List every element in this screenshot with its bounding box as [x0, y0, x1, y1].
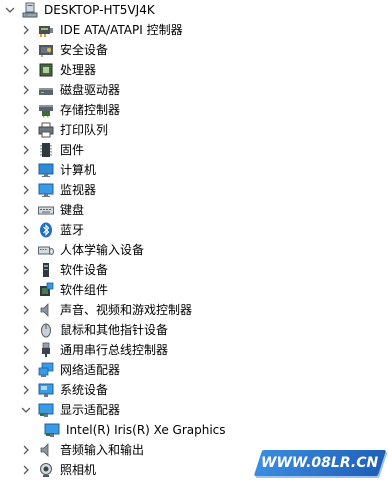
- chevron-down-icon[interactable]: [4, 4, 16, 16]
- chevron-right-icon[interactable]: [20, 284, 32, 296]
- chevron-right-icon[interactable]: [20, 324, 32, 336]
- tree-item-intel-graphics[interactable]: Intel(R) Iris(R) Xe Graphics: [0, 420, 388, 440]
- chevron-right-icon[interactable]: [20, 124, 32, 136]
- software-component-icon: [38, 282, 54, 298]
- computer-root-icon: [22, 2, 38, 18]
- tree-item-hid[interactable]: 人体学输入设备: [0, 240, 388, 260]
- tree-item-processor[interactable]: 处理器: [0, 60, 388, 80]
- tree-item-storage-controller[interactable]: 存储控制器: [0, 100, 388, 120]
- tree-item-label: 声音、视频和游戏控制器: [60, 303, 193, 317]
- tree-item-label: 人体学输入设备: [60, 243, 145, 257]
- tree-item-label: 音频输入和输出: [60, 443, 145, 457]
- keyboard-icon: [38, 202, 54, 218]
- tree-item-disk-drive[interactable]: 磁盘驱动器: [0, 80, 388, 100]
- chevron-right-icon[interactable]: [20, 204, 32, 216]
- display-adapter-icon: [38, 402, 54, 418]
- tree-item-mouse[interactable]: 鼠标和其他指针设备: [0, 320, 388, 340]
- tree-item-label: 监视器: [60, 183, 97, 197]
- tree-item-label: 网络适配器: [60, 363, 121, 377]
- tree-item-system-device[interactable]: 系统设备: [0, 380, 388, 400]
- tree-item-label: 计算机: [60, 163, 97, 177]
- tree-item-label: 处理器: [60, 63, 97, 77]
- tree-item-print-queue[interactable]: 打印队列: [0, 120, 388, 140]
- hid-icon: [38, 242, 54, 258]
- chevron-right-icon[interactable]: [20, 164, 32, 176]
- security-device-icon: [38, 42, 54, 58]
- camera-icon: [38, 462, 54, 478]
- tree-item-bluetooth[interactable]: 蓝牙: [0, 220, 388, 240]
- tree-item-computer[interactable]: 计算机: [0, 160, 388, 180]
- tree-item-label: 安全设备: [60, 43, 109, 57]
- chevron-right-icon[interactable]: [20, 464, 32, 476]
- tree-item-monitor[interactable]: 监视器: [0, 180, 388, 200]
- audio-io-icon: [38, 442, 54, 458]
- ide-controller-icon: [38, 22, 54, 38]
- tree-item-sound-video-game[interactable]: 声音、视频和游戏控制器: [0, 300, 388, 320]
- chevron-right-icon[interactable]: [20, 384, 32, 396]
- chevron-right-icon[interactable]: [20, 244, 32, 256]
- system-device-icon: [38, 382, 54, 398]
- watermark-text: WWW.08LR.CN: [261, 455, 379, 471]
- tree-item-label: 显示适配器: [60, 403, 121, 417]
- tree-item-label: 固件: [60, 143, 85, 157]
- tree-item-label: 照相机: [60, 463, 97, 477]
- chevron-down-icon[interactable]: [20, 404, 32, 416]
- speaker-icon: [38, 302, 54, 318]
- tree-item-software-component[interactable]: 软件组件: [0, 280, 388, 300]
- tree-item-label: 存储控制器: [60, 103, 121, 117]
- chevron-right-icon[interactable]: [20, 364, 32, 376]
- chevron-right-icon[interactable]: [20, 184, 32, 196]
- processor-icon: [38, 62, 54, 78]
- tree-item-label: 通用串行总线控制器: [60, 343, 169, 357]
- tree-item-label: 磁盘驱动器: [60, 83, 121, 97]
- chevron-right-icon[interactable]: [20, 24, 32, 36]
- tree-item-security-device[interactable]: 安全设备: [0, 40, 388, 60]
- chevron-right-icon[interactable]: [20, 44, 32, 56]
- tree-item-usb-controller[interactable]: 通用串行总线控制器: [0, 340, 388, 360]
- tree-item-label: 蓝牙: [60, 223, 85, 237]
- chevron-right-icon[interactable]: [20, 144, 32, 156]
- tree-item-label: 软件组件: [60, 283, 109, 297]
- tree-item-ide-controller[interactable]: IDE ATA/ATAPI 控制器: [0, 20, 388, 40]
- disk-drive-icon: [38, 82, 54, 98]
- device-tree: DESKTOP-HT5VJ4K IDE ATA/ATAPI 控制器 安全设备 处…: [0, 0, 388, 480]
- bluetooth-icon: [38, 222, 54, 238]
- tree-item-label: 软件设备: [60, 263, 109, 277]
- watermark-logo: WWW.08LR.CN: [253, 450, 387, 476]
- tree-root-computer[interactable]: DESKTOP-HT5VJ4K: [0, 0, 388, 20]
- computer-icon: [38, 162, 54, 178]
- tree-item-software-device[interactable]: 软件设备: [0, 260, 388, 280]
- chevron-right-icon[interactable]: [20, 444, 32, 456]
- chevron-right-icon[interactable]: [20, 64, 32, 76]
- tree-item-label: 系统设备: [60, 383, 109, 397]
- mouse-icon: [38, 322, 54, 338]
- chevron-right-icon[interactable]: [20, 264, 32, 276]
- root-label: DESKTOP-HT5VJ4K: [44, 3, 155, 17]
- tree-item-label: 打印队列: [60, 123, 109, 137]
- tree-item-keyboard[interactable]: 键盘: [0, 200, 388, 220]
- firmware-icon: [38, 142, 54, 158]
- tree-item-label: 鼠标和其他指针设备: [60, 323, 169, 337]
- tree-item-label: 键盘: [60, 203, 85, 217]
- network-adapter-icon: [38, 362, 54, 378]
- tree-item-firmware[interactable]: 固件: [0, 140, 388, 160]
- chevron-right-icon[interactable]: [20, 224, 32, 236]
- software-device-icon: [38, 262, 54, 278]
- chevron-right-icon[interactable]: [20, 304, 32, 316]
- tree-item-label: IDE ATA/ATAPI 控制器: [60, 23, 183, 37]
- monitor-icon: [38, 182, 54, 198]
- tree-item-label: Intel(R) Iris(R) Xe Graphics: [66, 423, 226, 437]
- storage-controller-icon: [38, 102, 54, 118]
- tree-item-network-adapter[interactable]: 网络适配器: [0, 360, 388, 380]
- chevron-right-icon[interactable]: [20, 344, 32, 356]
- chevron-right-icon[interactable]: [20, 104, 32, 116]
- chevron-right-icon[interactable]: [20, 84, 32, 96]
- usb-icon: [38, 342, 54, 358]
- display-adapter-icon: [44, 422, 60, 438]
- tree-item-display-adapter[interactable]: 显示适配器: [0, 400, 388, 420]
- printer-icon: [38, 122, 54, 138]
